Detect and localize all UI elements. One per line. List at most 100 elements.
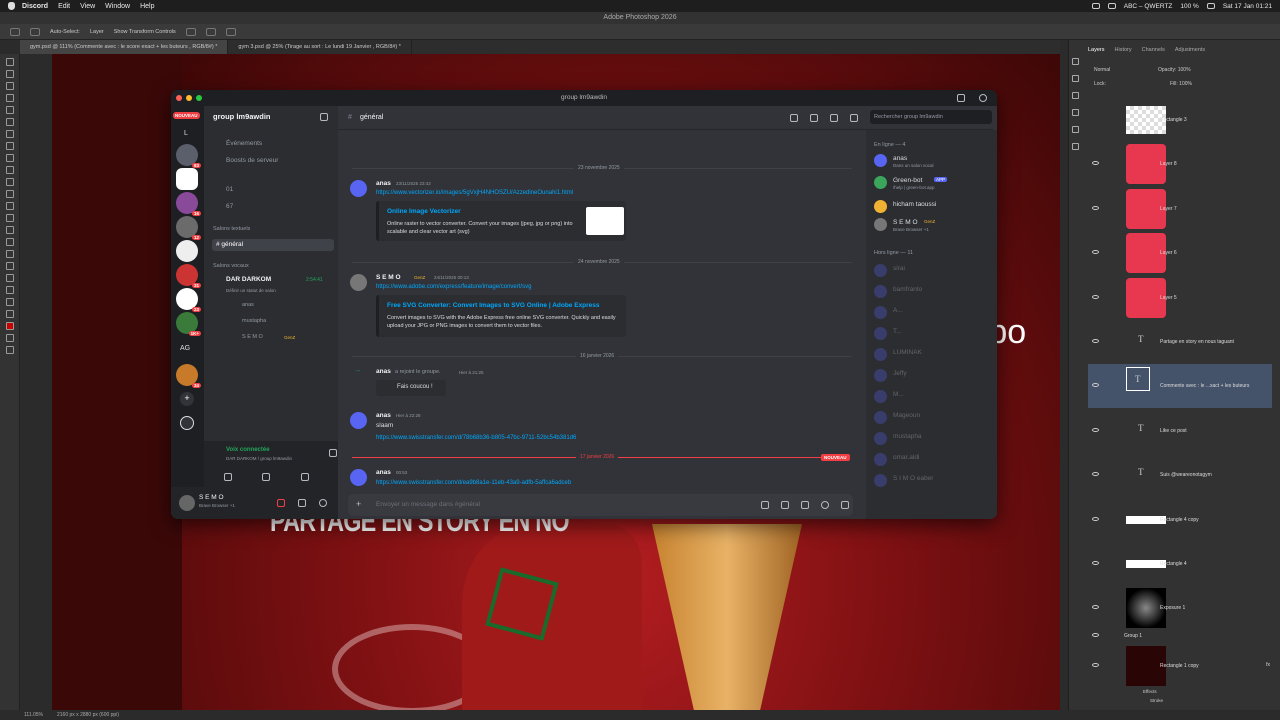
visibility-eye-icon[interactable] (1092, 472, 1099, 476)
layer-row[interactable]: T Suis @weareonotagym (1088, 453, 1272, 497)
message-author[interactable]: anas (376, 469, 391, 476)
voice-channel-01[interactable]: 01 (226, 186, 233, 193)
add-member-icon[interactable] (320, 113, 328, 121)
menu-edit[interactable]: Edit (58, 3, 70, 10)
layer-row[interactable]: Rectangle 4 (1088, 542, 1272, 586)
pin-icon[interactable] (830, 114, 838, 122)
pen-icon[interactable] (6, 226, 14, 234)
quick-mask-icon[interactable] (6, 334, 14, 342)
align-icon[interactable] (185, 27, 196, 36)
type-icon[interactable] (6, 238, 14, 246)
server-letter-l[interactable]: L (184, 130, 188, 137)
auto-select-checkbox[interactable]: Auto-Select: (50, 29, 80, 35)
fx-badge[interactable]: fx (1266, 662, 1270, 668)
info-icon[interactable] (1072, 58, 1079, 65)
close-button[interactable] (176, 95, 182, 101)
magic-wand-icon[interactable] (6, 94, 14, 102)
attach-plus-icon[interactable]: + (356, 499, 361, 509)
sticker-icon[interactable] (801, 501, 809, 509)
layer-row[interactable]: T Like ce post (1088, 409, 1272, 453)
stroke-label[interactable]: Stroke (1150, 698, 1163, 703)
effects-label[interactable]: Effects (1143, 689, 1157, 694)
server-icon[interactable]: 31 (176, 264, 201, 288)
avatar[interactable] (179, 495, 195, 511)
add-server-icon[interactable]: + (180, 392, 194, 406)
server-icon[interactable] (176, 240, 198, 262)
layer-row[interactable]: Layer 6 (1088, 231, 1272, 275)
voice-member[interactable]: anas (242, 302, 254, 308)
layer-group-row[interactable]: Group 1 (1088, 628, 1272, 644)
voice-connected-label[interactable]: Voix connectée (226, 447, 270, 453)
server-icon[interactable] (176, 168, 198, 190)
edit-toolbar-icon[interactable] (6, 310, 14, 318)
emoji-icon[interactable] (821, 501, 829, 509)
opacity-field[interactable]: Opacity: 100% (1158, 67, 1191, 73)
voice-member[interactable]: mustapha (242, 318, 266, 324)
home-icon[interactable] (10, 27, 20, 36)
visibility-eye-icon[interactable] (1092, 517, 1099, 521)
path-select-icon[interactable] (6, 250, 14, 258)
message-link[interactable]: https://www.vectorizer.io/images/5gVxjH4… (376, 190, 573, 196)
server-icon[interactable]: 34 (176, 364, 201, 388)
keyboard-layout[interactable]: ABC – QWERTZ (1124, 3, 1173, 10)
tab-gym3[interactable]: gym 3.psd @ 25% (Tirage au sort : Le lun… (228, 40, 412, 54)
visibility-eye-icon[interactable] (1092, 206, 1099, 210)
apps-icon[interactable] (841, 501, 849, 509)
more-icon[interactable] (6, 298, 14, 306)
message-input[interactable]: + Envoyer un message dans #général (348, 494, 853, 516)
dodge-icon[interactable] (6, 214, 14, 222)
wifi-icon[interactable] (1206, 3, 1215, 9)
discover-icon[interactable] (180, 416, 194, 430)
menu-app[interactable]: Discord (22, 3, 48, 10)
notification-bell-icon[interactable] (810, 114, 818, 122)
visibility-eye-icon[interactable] (1092, 383, 1099, 387)
embed-thumbnail[interactable] (586, 207, 624, 235)
nav-events[interactable]: Événements (226, 140, 262, 147)
visibility-eye-icon[interactable] (1092, 663, 1099, 667)
layer-row[interactable]: Layer 5 (1088, 276, 1272, 320)
activities-icon[interactable] (301, 473, 309, 481)
opacity-value[interactable]: 100% (1178, 67, 1191, 73)
message-author[interactable]: anas (376, 180, 391, 187)
message-link[interactable]: https://www.swisstransfer.com/d/ea9b8a1e… (376, 480, 571, 486)
lasso-icon[interactable] (6, 82, 14, 90)
channel-general[interactable]: # général (212, 239, 334, 251)
voice-channel-dar-darkom[interactable]: DAR DARKOM (226, 276, 271, 283)
fill-value[interactable]: 100% (1179, 81, 1192, 87)
screen-mode-icon[interactable] (6, 346, 14, 354)
clock[interactable]: Sat 17 Jan 01:21 (1223, 3, 1272, 10)
visibility-eye-icon[interactable] (1092, 161, 1099, 165)
eyedropper-icon[interactable] (6, 118, 14, 126)
zoom-level[interactable]: 111.05% (24, 712, 43, 718)
layer-row[interactable]: Rectangle 4 copy (1088, 498, 1272, 542)
settings-icon[interactable] (225, 27, 236, 36)
shape-icon[interactable] (6, 262, 14, 270)
tab-adjustments[interactable]: Adjustments (1175, 47, 1205, 53)
mic-muted-icon[interactable] (277, 499, 285, 507)
tab-layers[interactable]: Layers (1088, 47, 1105, 53)
message-author[interactable]: S E M O (376, 274, 401, 281)
paragraph-icon[interactable] (1072, 109, 1079, 116)
menu-window[interactable]: Window (105, 3, 130, 10)
nav-boosts[interactable]: Boosts de serveur (226, 157, 278, 164)
transform-controls-checkbox[interactable]: Show Transform Controls (114, 29, 176, 35)
gift-icon[interactable] (761, 501, 769, 509)
avatar[interactable] (350, 180, 367, 197)
visibility-eye-icon[interactable] (1092, 295, 1099, 299)
server-icon[interactable]: 12 (176, 216, 201, 240)
crop-icon[interactable] (6, 106, 14, 114)
layer-row[interactable]: Rectangle 3 (1088, 98, 1272, 142)
user-settings-icon[interactable] (319, 499, 327, 507)
hand-icon[interactable] (6, 274, 14, 282)
tab-channels[interactable]: Channels (1142, 47, 1165, 53)
distribute-icon[interactable] (205, 27, 216, 36)
message-author[interactable]: anas (376, 412, 391, 419)
layer-row[interactable]: Exposure 1 (1088, 586, 1272, 630)
embed-title[interactable]: Free SVG Converter: Convert Images to SV… (387, 302, 600, 309)
server-name[interactable]: group lm9awdin (213, 112, 271, 121)
help-icon[interactable] (979, 94, 987, 102)
tab-gym[interactable]: gym.psd @ 111% (Commente avec : le score… (20, 40, 229, 54)
properties-icon[interactable] (1072, 92, 1079, 99)
threads-icon[interactable] (790, 114, 798, 122)
battery-level[interactable]: 100 % (1180, 3, 1198, 10)
